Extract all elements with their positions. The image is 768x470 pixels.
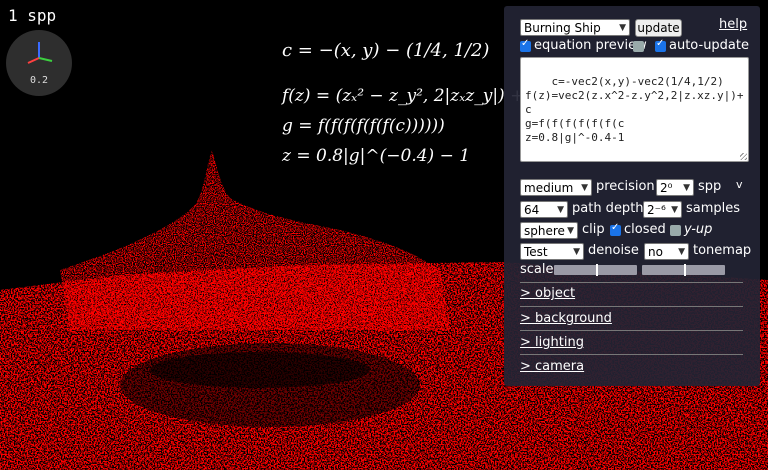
extra-toggle-checkbox[interactable]	[633, 41, 644, 52]
chevron-down-icon: ▼	[557, 205, 564, 215]
chevron-down-icon: ▼	[671, 205, 678, 215]
chevron-down-icon: ▼	[567, 226, 574, 236]
equation-text: c=-vec2(x,y)-vec2(1/4,1/2) f(z)=vec2(z.x…	[525, 75, 744, 144]
path-depth-label: path depth	[572, 201, 644, 216]
samples-select[interactable]: 2⁻⁶ ▼	[643, 201, 682, 218]
spp-select[interactable]: 2⁰ ▼	[656, 179, 694, 196]
scale-slider-1[interactable]	[554, 264, 637, 276]
y-up-label: y-up	[684, 222, 713, 237]
chevron-down-icon: ▼	[573, 247, 580, 257]
auto-update-checkbox[interactable]	[655, 38, 666, 52]
divider	[520, 354, 743, 355]
auto-update-label: auto-update	[669, 38, 749, 53]
y-up-checkbox[interactable]	[670, 225, 681, 236]
equation-preview-label: equation preview	[534, 38, 647, 53]
scale-slider-2[interactable]	[642, 264, 725, 276]
spp-label: spp	[698, 179, 722, 194]
precision-label: precision	[596, 179, 655, 194]
equation-preview-checkbox[interactable]	[520, 38, 531, 52]
chevron-down-icon: ▼	[581, 183, 588, 193]
scale-label: scale	[520, 262, 554, 277]
collapse-toggle[interactable]: v	[736, 178, 743, 191]
denoise-select[interactable]: Test ▼	[520, 243, 584, 260]
clip-select[interactable]: sphere ▼	[520, 222, 578, 239]
axis-gizmo[interactable]: 0.2	[6, 30, 72, 96]
closed-label: closed	[624, 222, 666, 237]
axis-scale-label: 0.2	[29, 75, 49, 86]
help-link[interactable]: help	[719, 17, 747, 32]
tonemap-label: tonemap	[693, 243, 752, 258]
denoise-label: denoise	[588, 243, 639, 258]
divider	[520, 306, 743, 307]
slider-knob[interactable]	[596, 264, 598, 276]
equation-c: c = −(x, y) − (1/4, 1/2)	[282, 40, 490, 61]
equation-f: f(z) = (zₓ² − z_y², 2|zₓz_y|) + c	[282, 86, 540, 106]
spp-counter: 1 spp	[8, 6, 57, 25]
axis-icon	[27, 42, 53, 64]
divider	[520, 282, 743, 283]
path-depth-select[interactable]: 64 ▼	[520, 201, 568, 218]
section-lighting[interactable]: > lighting	[520, 335, 743, 350]
equation-editor[interactable]: c=-vec2(x,y)-vec2(1/4,1/2) f(z)=vec2(z.x…	[520, 57, 749, 162]
samples-label: samples	[686, 201, 741, 216]
slider-knob[interactable]	[684, 264, 686, 276]
section-object[interactable]: > object	[520, 286, 743, 301]
control-panel: Burning Ship▼ update help equation previ…	[504, 6, 760, 386]
preset-select[interactable]: Burning Ship ▼	[520, 19, 630, 36]
chevron-down-icon: ▼	[678, 247, 685, 257]
equation-g: g = f(f(f(f(f(f(c))))))	[282, 116, 445, 136]
section-background[interactable]: > background	[520, 311, 743, 326]
clip-label: clip	[582, 222, 605, 237]
tonemap-select[interactable]: no ▼	[644, 243, 689, 260]
resize-grip-icon[interactable]	[740, 153, 747, 160]
chevron-down-icon: ▼	[619, 23, 626, 33]
chevron-down-icon: ▼	[683, 183, 690, 193]
precision-select[interactable]: medium ▼	[520, 179, 592, 196]
equation-z: z = 0.8|g|^(−0.4) − 1	[282, 146, 471, 166]
update-button[interactable]: update	[635, 19, 682, 37]
section-camera[interactable]: > camera	[520, 359, 743, 374]
divider	[520, 330, 743, 331]
closed-checkbox[interactable]	[610, 222, 621, 236]
